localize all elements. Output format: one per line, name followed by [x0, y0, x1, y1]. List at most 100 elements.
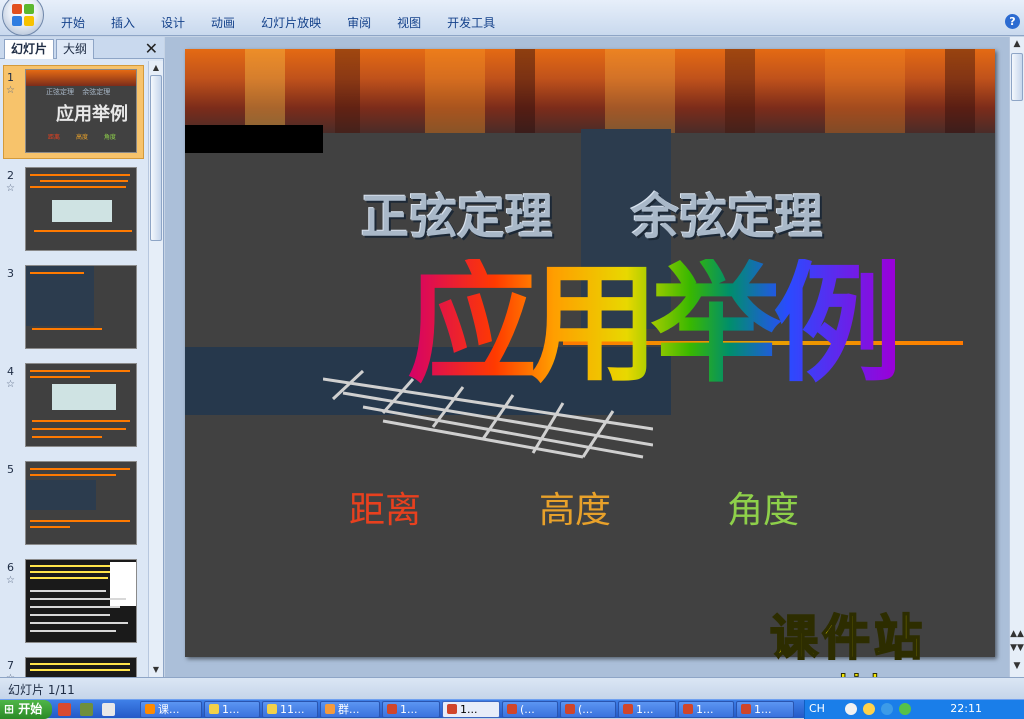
- subtitle-cosine-law[interactable]: 余弦定理: [631, 177, 823, 247]
- taskbar-item[interactable]: 1...: [382, 701, 440, 718]
- watermark-chinese: 课件站: [769, 610, 927, 666]
- thumb-title: 应用举例: [56, 104, 128, 125]
- scroll-up-icon[interactable]: ▲: [149, 61, 163, 75]
- office-logo-icon: [12, 4, 34, 26]
- taskbar-item[interactable]: 1...: [736, 701, 794, 718]
- tab-insert[interactable]: 插入: [98, 12, 148, 34]
- security-icon[interactable]: [899, 703, 911, 715]
- start-button[interactable]: ⊞ 开始: [0, 700, 52, 719]
- panel-tabs: 幻灯片 大纲 ✕: [0, 37, 164, 59]
- ribbon: 开始 插入 设计 动画 幻灯片放映 审阅 视图 开发工具 ?: [0, 0, 1024, 36]
- thumbnail-preview: [25, 167, 137, 251]
- animation-star-icon: ☆: [6, 183, 15, 194]
- thumb-keyword-3: 角度: [103, 134, 116, 141]
- taskbar-item[interactable]: 11...: [262, 701, 318, 718]
- help-icon[interactable]: ?: [1005, 14, 1020, 29]
- thumbnail-preview: 正弦定理 余弦定理 应用举例 距离 高度 角度: [25, 69, 137, 153]
- animation-star-icon: ☆: [6, 575, 15, 586]
- keyword-height[interactable]: 高度: [539, 481, 611, 533]
- animation-star-icon: ☆: [6, 85, 15, 96]
- tab-developer[interactable]: 开发工具: [434, 12, 508, 34]
- office-button[interactable]: [2, 0, 44, 36]
- tab-slide-show[interactable]: 幻灯片放映: [248, 12, 334, 34]
- slide-scrollbar[interactable]: ▲ ▲▲ ▼▼ ▼: [1009, 37, 1024, 677]
- powerpoint-icon: [683, 704, 693, 714]
- taskbar-item[interactable]: 1...: [204, 701, 260, 718]
- ribbon-tabs: 开始 插入 设计 动画 幻灯片放映 审阅 视图 开发工具: [48, 12, 508, 34]
- tab-view[interactable]: 视图: [384, 12, 434, 34]
- taskbar-item[interactable]: 群...: [320, 701, 380, 718]
- network-icon[interactable]: [881, 703, 893, 715]
- clock[interactable]: 22:11: [950, 702, 982, 715]
- qq-icon[interactable]: [863, 703, 875, 715]
- thumbnail-preview: [25, 559, 137, 643]
- tab-review[interactable]: 审阅: [334, 12, 384, 34]
- browser-icon: [145, 704, 155, 714]
- thumb-keyword-2: 高度: [75, 134, 88, 141]
- subtitle-sine-law[interactable]: 正弦定理: [361, 177, 553, 247]
- powerpoint-icon: [741, 704, 751, 714]
- slide-banner-image: [185, 49, 995, 133]
- thumbnail-number: 5: [7, 463, 14, 476]
- system-tray: CH 22:11: [804, 700, 1024, 719]
- slide-editor: 正弦定理 余弦定理 应用举例 距离 高度 角度 ▲ ▲▲ ▼▼ ▼: [165, 37, 1024, 677]
- keyword-distance[interactable]: 距离: [349, 481, 421, 533]
- folder-icon: [209, 704, 219, 714]
- thumbnail-preview: [25, 363, 137, 447]
- powerpoint-icon: [387, 704, 397, 714]
- thumbnail-preview: [25, 657, 137, 677]
- taskbar-item-active[interactable]: 1...: [442, 701, 500, 718]
- quicklaunch-app-icon[interactable]: [102, 703, 115, 716]
- thumb-subtitle-left: 正弦定理: [46, 88, 74, 96]
- current-slide[interactable]: 正弦定理 余弦定理 应用举例 距离 高度 角度: [185, 49, 995, 657]
- taskbar-item[interactable]: (...: [502, 701, 558, 718]
- thumbnail-number: 3: [7, 267, 14, 280]
- scroll-thumb[interactable]: [150, 75, 162, 241]
- keyword-angle[interactable]: 角度: [727, 481, 799, 533]
- taskbar-item[interactable]: 1...: [678, 701, 734, 718]
- main-title[interactable]: 应用举例: [407, 259, 903, 389]
- windows-flag-icon: ⊞: [4, 702, 15, 716]
- status-bar: 幻灯片 1/11: [0, 677, 1024, 699]
- animation-star-icon: ☆: [6, 379, 15, 390]
- folder-icon: [267, 704, 277, 714]
- tab-outline[interactable]: 大纲: [56, 39, 95, 59]
- quicklaunch-app-icon[interactable]: [80, 703, 93, 716]
- show-hidden-icons-icon[interactable]: [845, 703, 857, 715]
- quicklaunch-app-icon[interactable]: [58, 703, 71, 716]
- thumbnail-list[interactable]: 1 ☆ 正弦定理 余弦定理 应用举例 距离 高度 角度 2 ☆ 3 4 ☆ 5 …: [0, 61, 148, 677]
- slide-counter: 幻灯片 1/11: [8, 683, 75, 697]
- thumbnail-number: 2: [7, 169, 14, 182]
- start-label: 开始: [18, 702, 43, 716]
- powerpoint-icon: [565, 704, 575, 714]
- taskbar-item[interactable]: (...: [560, 701, 616, 718]
- thumbnail-scrollbar[interactable]: ▲ ▼: [148, 61, 163, 677]
- taskbar-item[interactable]: 1...: [618, 701, 676, 718]
- slides-panel: 幻灯片 大纲 ✕ 1 ☆ 正弦定理 余弦定理 应用举例 距离 高度 角度 2 ☆…: [0, 37, 164, 677]
- powerpoint-icon: [623, 704, 633, 714]
- thumb-subtitle-right: 余弦定理: [82, 88, 111, 96]
- powerpoint-icon: [507, 704, 517, 714]
- taskbar-item[interactable]: 课...: [140, 701, 202, 718]
- tab-design[interactable]: 设计: [148, 12, 198, 34]
- close-icon[interactable]: ✕: [145, 39, 158, 58]
- powerpoint-icon: [447, 704, 457, 714]
- slide-black-block: [185, 125, 323, 153]
- scroll-down-icon[interactable]: ▼: [149, 663, 163, 677]
- input-method-indicator[interactable]: CH: [809, 702, 825, 715]
- thumbnail-number: 4: [7, 365, 14, 378]
- thumb-keyword-1: 距离: [48, 134, 61, 141]
- thumbnail-number: 7: [7, 659, 14, 672]
- window-title-strip: [48, 0, 728, 8]
- chat-icon: [325, 704, 335, 714]
- taskbar: ⊞ 开始 课... 1... 11... 群... 1... 1... (...…: [0, 699, 1024, 719]
- thumbnail-number: 6: [7, 561, 14, 574]
- tab-home[interactable]: 开始: [48, 12, 98, 34]
- thumbnail-preview: [25, 461, 137, 545]
- scroll-up-icon[interactable]: ▲: [1010, 39, 1024, 49]
- tab-animations[interactable]: 动画: [198, 12, 248, 34]
- thumbnail-preview: [25, 265, 137, 349]
- thumbnail-number: 1: [7, 71, 14, 84]
- scroll-thumb[interactable]: [1011, 53, 1023, 101]
- tab-slides[interactable]: 幻灯片: [4, 39, 55, 59]
